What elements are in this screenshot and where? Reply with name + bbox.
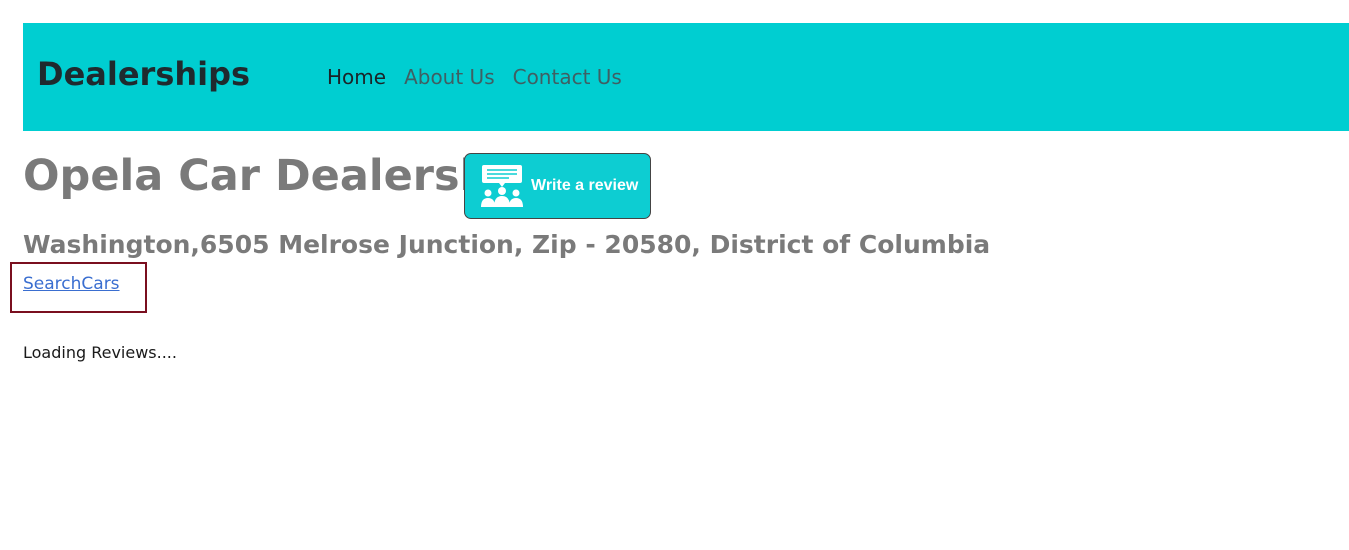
dealer-address: Washington,6505 Melrose Junction, Zip - … — [23, 230, 991, 259]
nav-link-home[interactable]: Home — [327, 63, 386, 91]
nav-links: Home About Us Contact Us — [327, 63, 622, 91]
write-review-button[interactable]: Write a review — [464, 153, 651, 219]
reviews-loading-status: Loading Reviews.... — [23, 343, 177, 362]
brand-logo-text[interactable]: Dealerships — [37, 54, 250, 94]
page: Dealerships Home About Us Contact Us Ope… — [0, 0, 1349, 550]
nav-link-contact-us[interactable]: Contact Us — [513, 63, 622, 91]
dealer-name-heading: Opela Car Dealership — [23, 151, 536, 201]
review-people-icon — [481, 165, 523, 207]
nav-link-about-us[interactable]: About Us — [404, 63, 495, 91]
write-review-label: Write a review — [531, 177, 639, 194]
top-navbar: Dealerships Home About Us Contact Us — [23, 23, 1349, 131]
search-cars-link[interactable]: SearchCars — [23, 272, 120, 296]
